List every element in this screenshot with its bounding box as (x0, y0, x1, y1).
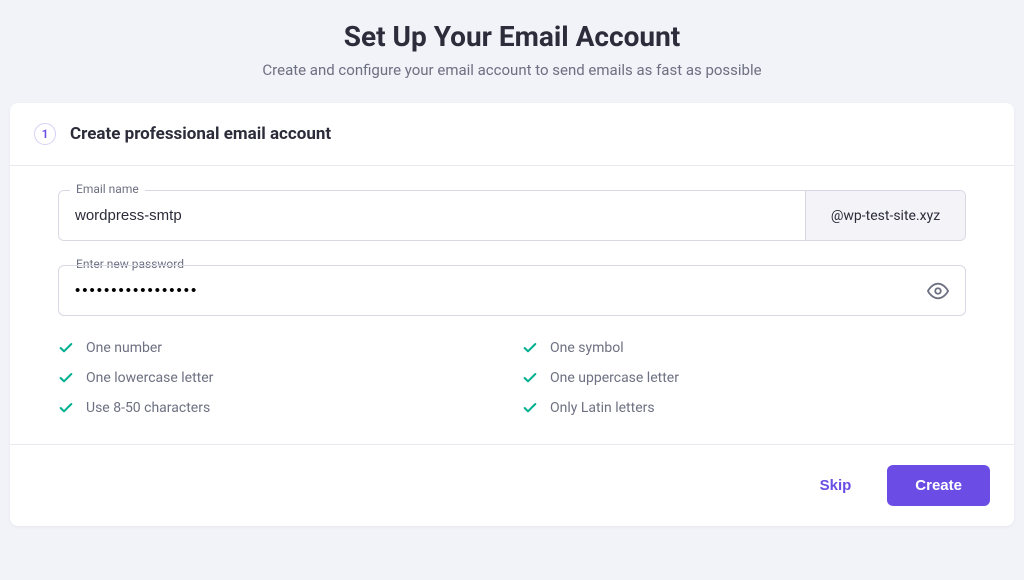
page-subtitle: Create and configure your email account … (0, 61, 1024, 79)
requirement-item: Only Latin letters (522, 400, 966, 416)
card-footer: Skip Create (10, 444, 1014, 526)
requirement-text: One uppercase letter (550, 370, 679, 386)
requirement-item: One number (58, 340, 502, 356)
email-name-field-wrapper: Email name @wp-test-site.xyz (58, 190, 966, 241)
requirement-text: One lowercase letter (86, 370, 213, 386)
check-icon (522, 340, 538, 356)
check-icon (58, 340, 74, 356)
check-icon (58, 370, 74, 386)
requirement-item: One lowercase letter (58, 370, 502, 386)
step-number-badge: 1 (34, 123, 56, 145)
email-domain-suffix: @wp-test-site.xyz (805, 191, 965, 240)
step-title: Create professional email account (70, 124, 331, 144)
requirement-text: Use 8-50 characters (86, 400, 210, 416)
requirement-text: One number (86, 340, 162, 356)
page-title: Set Up Your Email Account (0, 20, 1024, 53)
check-icon (522, 400, 538, 416)
requirement-text: One symbol (550, 340, 624, 356)
card-body: Email name @wp-test-site.xyz Enter new p… (10, 166, 1014, 444)
requirement-item: One symbol (522, 340, 966, 356)
password-input-group (58, 265, 966, 316)
requirement-item: One uppercase letter (522, 370, 966, 386)
card-header: 1 Create professional email account (10, 103, 1014, 166)
skip-button[interactable]: Skip (800, 465, 872, 506)
check-icon (58, 400, 74, 416)
requirement-text: Only Latin letters (550, 400, 655, 416)
toggle-password-visibility-button[interactable] (911, 280, 965, 302)
email-input-group: @wp-test-site.xyz (58, 190, 966, 241)
create-button[interactable]: Create (887, 465, 990, 506)
eye-icon (927, 280, 949, 302)
email-name-input[interactable] (59, 191, 805, 240)
password-input[interactable] (59, 266, 911, 315)
requirement-item: Use 8-50 characters (58, 400, 502, 416)
email-name-label: Email name (70, 182, 145, 196)
password-field-wrapper: Enter new password (58, 265, 966, 316)
setup-card: 1 Create professional email account Emai… (10, 103, 1014, 526)
check-icon (522, 370, 538, 386)
password-requirements: One number One symbol One lowercase lett… (58, 340, 966, 416)
page-header: Set Up Your Email Account Create and con… (0, 20, 1024, 79)
